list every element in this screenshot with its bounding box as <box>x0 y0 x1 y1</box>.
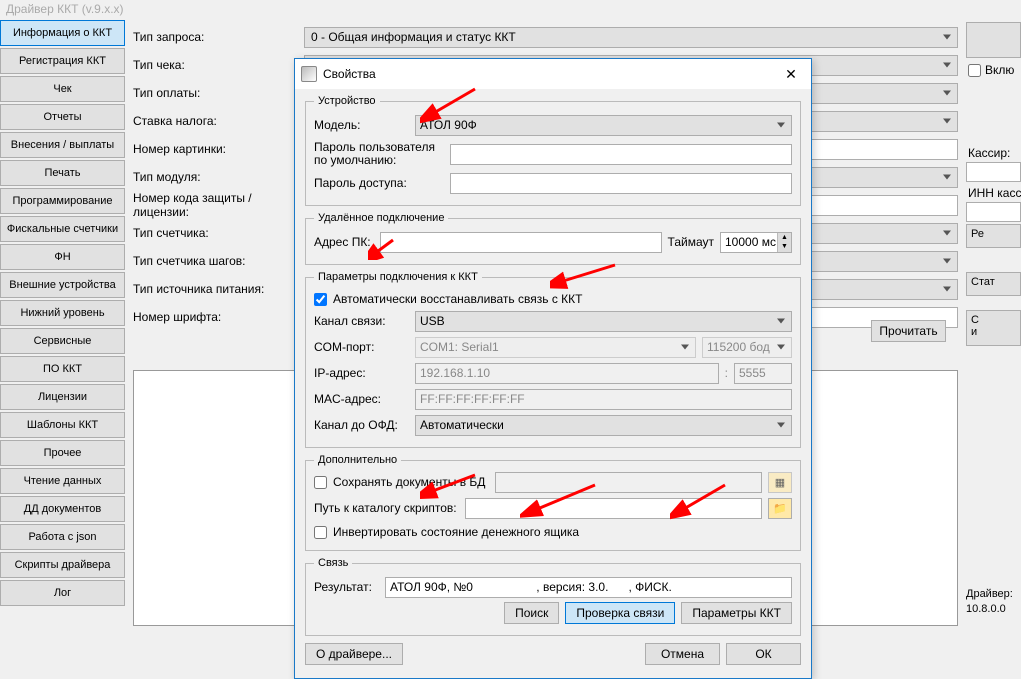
group-device: Устройство Модель: АТОЛ 90Ф Пароль польз… <box>305 95 801 206</box>
legend-link: Связь <box>314 557 352 569</box>
input-user-pwd[interactable] <box>450 144 792 165</box>
legend-device: Устройство <box>314 95 380 107</box>
input-pc-addr[interactable] <box>380 232 662 253</box>
kkt-params-button[interactable]: Параметры ККТ <box>681 602 792 624</box>
cancel-button[interactable]: Отмена <box>645 643 720 665</box>
input-access-pwd[interactable] <box>450 173 792 194</box>
search-button[interactable]: Поиск <box>504 602 559 624</box>
label-access-pwd: Пароль доступа: <box>314 176 444 190</box>
label-mac-addr: MAC-адрес: <box>314 392 409 406</box>
label-ip-addr: IP-адрес: <box>314 366 409 380</box>
label-auto-restore: Автоматически восстанавливать связь с КК… <box>333 292 582 306</box>
legend-conn: Параметры подключения к ККТ <box>314 271 482 283</box>
label-script-path: Путь к каталогу скриптов: <box>314 501 459 515</box>
combo-baud: 115200 бод <box>702 337 792 358</box>
properties-dialog: Свойства ✕ Устройство Модель: АТОЛ 90Ф П… <box>294 58 812 679</box>
timeout-spinner[interactable]: ▲▼ <box>777 233 791 252</box>
check-link-button[interactable]: Проверка связи <box>565 602 675 624</box>
input-ip-port <box>734 363 792 384</box>
label-invert-drawer: Инвертировать состояние денежного ящика <box>333 525 579 539</box>
input-db-path <box>495 472 762 493</box>
label-user-pwd: Пароль пользователя по умолчанию: <box>314 141 444 167</box>
checkbox-auto-restore[interactable] <box>314 293 327 306</box>
combo-model[interactable]: АТОЛ 90Ф <box>415 115 792 136</box>
modal-overlay: Свойства ✕ Устройство Модель: АТОЛ 90Ф П… <box>0 0 1021 626</box>
label-pc-addr: Адрес ПК: <box>314 235 374 249</box>
input-result <box>385 577 792 598</box>
ok-button[interactable]: ОК <box>726 643 801 665</box>
label-save-docs: Сохранять документы в БД <box>333 475 485 489</box>
combo-ofd-channel[interactable]: Автоматически <box>415 415 792 436</box>
group-extra: Дополнительно Сохранять документы в БД ▦… <box>305 454 801 551</box>
label-com-port: COM-порт: <box>314 340 409 354</box>
combo-channel[interactable]: USB <box>415 311 792 332</box>
browse-folder-icon[interactable]: 📁 <box>768 498 792 519</box>
about-driver-button[interactable]: О драйвере... <box>305 643 403 665</box>
group-remote: Удалённое подключение Адрес ПК: Таймаут … <box>305 212 801 265</box>
label-model: Модель: <box>314 118 409 132</box>
checkbox-invert-drawer[interactable] <box>314 526 327 539</box>
label-channel: Канал связи: <box>314 314 409 328</box>
dialog-icon <box>301 66 317 82</box>
checkbox-save-docs[interactable] <box>314 476 327 489</box>
label-ofd-channel: Канал до ОФД: <box>314 418 409 432</box>
close-icon[interactable]: ✕ <box>777 64 805 84</box>
browse-db-icon: ▦ <box>768 472 792 493</box>
label-result: Результат: <box>314 580 379 594</box>
label-timeout: Таймаут <box>668 235 714 249</box>
input-ip-addr <box>415 363 719 384</box>
legend-remote: Удалённое подключение <box>314 212 448 224</box>
dialog-title: Свойства <box>323 67 376 81</box>
input-mac-addr <box>415 389 792 410</box>
group-connection: Параметры подключения к ККТ Автоматическ… <box>305 271 801 448</box>
combo-com-port: COM1: Serial1 <box>415 337 696 358</box>
legend-extra: Дополнительно <box>314 454 401 466</box>
input-script-path[interactable] <box>465 498 762 519</box>
group-link: Связь Результат: Поиск Проверка связи Па… <box>305 557 801 636</box>
